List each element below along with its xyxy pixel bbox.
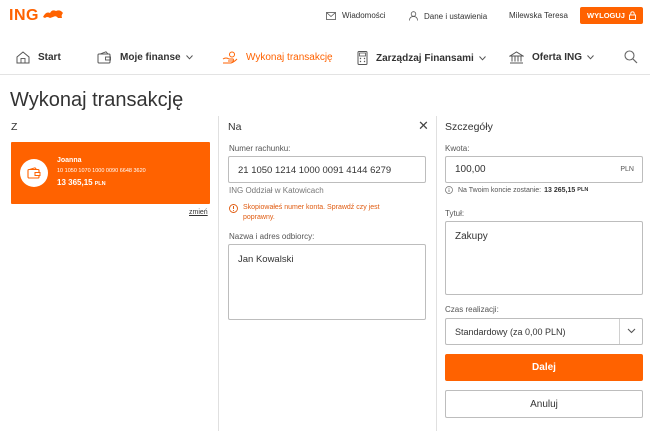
settings-link[interactable]: Dane i ustawienia — [409, 11, 487, 21]
nav-start[interactable]: Start — [16, 51, 61, 64]
info-icon — [445, 186, 453, 194]
column-divider — [436, 116, 437, 431]
messages-label: Wiadomości — [342, 11, 386, 20]
remaining-value: 13 265,15 — [544, 186, 576, 194]
account-number-label: Numer rachunku: — [229, 144, 291, 153]
select-separator — [619, 319, 620, 344]
account-warning: Skopiowałeś numer konta. Sprawdź czy jes… — [229, 203, 413, 223]
nav-make-transaction-label: Wykonaj transakcję — [246, 52, 333, 63]
user-icon — [409, 11, 418, 21]
ing-logo[interactable]: ING — [9, 7, 64, 25]
nav-start-label: Start — [38, 52, 61, 63]
wallet-icon — [97, 51, 111, 64]
messages-link[interactable]: Wiadomości — [326, 11, 386, 20]
recipient-textarea[interactable]: Jan Kowalski — [228, 244, 426, 320]
lock-icon — [629, 11, 636, 20]
column-divider — [218, 116, 219, 431]
chevron-down-icon — [627, 328, 636, 334]
change-account-link[interactable]: zmień — [189, 209, 208, 216]
warning-icon — [229, 204, 238, 213]
nav-manage-finances-label: Zarządzaj Finansami — [376, 52, 474, 64]
logout-label: WYLOGUJ — [587, 11, 625, 20]
main-navigation: Start Moje finanse Wykonaj transakcję Za… — [0, 43, 650, 75]
transfer-hand-icon — [222, 51, 238, 64]
account-number: 10 1050 1070 1000 0090 6648 3620 — [57, 168, 146, 174]
amount-label: Kwota: — [445, 144, 470, 153]
amount-currency: PLN — [620, 166, 634, 173]
balance-currency: PLN — [94, 181, 106, 187]
logout-button[interactable]: WYLOGUJ — [580, 7, 643, 24]
from-heading: Z — [11, 121, 18, 133]
nav-make-transaction[interactable]: Wykonaj transakcję — [222, 51, 333, 64]
amount-value: 100,00 — [455, 164, 486, 175]
search-icon — [624, 50, 638, 64]
next-button[interactable]: Dalej — [445, 354, 643, 381]
wallet-icon — [20, 159, 48, 187]
cancel-button[interactable]: Anuluj — [445, 390, 643, 418]
user-name-label: Milewska Teresa — [509, 11, 568, 20]
source-account-card[interactable]: Joanna 10 1050 1070 1000 0090 6648 3620 … — [11, 142, 210, 204]
logo-text: ING — [9, 7, 39, 24]
chevron-down-icon — [587, 55, 594, 60]
account-balance: 13 365,15 PLN — [57, 178, 106, 187]
warning-text: Skopiowałeś numer konta. Sprawdź czy jes… — [243, 204, 380, 221]
nav-my-finances-label: Moje finanse — [120, 52, 181, 63]
account-number-value: 21 1050 1214 1000 0091 4144 6279 — [238, 165, 392, 176]
calculator-icon — [357, 51, 368, 65]
recipient-label: Nazwa i adres odbiorcy: — [229, 232, 315, 241]
search-button[interactable] — [624, 50, 646, 64]
timing-value: Standardowy (za 0,00 PLN) — [455, 327, 566, 337]
remaining-label: Na Twoim koncie zostanie: — [458, 186, 542, 194]
envelope-icon — [326, 11, 336, 20]
top-bar: ING Wiadomości Dane i ustawienia Milewsk… — [0, 0, 650, 36]
timing-label: Czas realizacji: — [445, 305, 499, 314]
remaining-currency: PLN — [577, 187, 589, 193]
recipient-value: Jan Kowalski — [238, 254, 294, 265]
chevron-down-icon — [478, 55, 486, 61]
home-icon — [16, 51, 30, 64]
user-name[interactable]: Milewska Teresa — [509, 11, 568, 20]
bank-icon — [509, 51, 524, 64]
account-name: Joanna — [57, 157, 82, 164]
nav-ing-offer-label: Oferta ING — [532, 52, 583, 63]
settings-label: Dane i ustawienia — [424, 11, 488, 21]
account-number-input[interactable]: 21 1050 1214 1000 0091 4144 6279 — [228, 156, 426, 183]
title-textarea[interactable]: Zakupy — [445, 221, 643, 295]
remaining-balance-info: Na Twoim koncie zostanie: 13 265,15 PLN — [445, 186, 588, 194]
chevron-down-icon — [185, 55, 193, 60]
bank-name: ING Oddział w Katowicach — [229, 186, 324, 195]
page-title: Wykonaj transakcję — [10, 89, 184, 111]
amount-input[interactable]: 100,00 PLN — [445, 156, 643, 183]
nav-my-finances[interactable]: Moje finanse — [97, 51, 201, 64]
balance-value: 13 365,15 — [57, 178, 93, 187]
lion-icon — [42, 7, 64, 25]
nav-ing-offer[interactable]: Oferta ING — [509, 51, 602, 64]
close-icon[interactable]: ✕ — [418, 118, 429, 134]
title-value: Zakupy — [455, 231, 488, 242]
title-label: Tytuł: — [445, 209, 465, 218]
timing-select[interactable]: Standardowy (za 0,00 PLN) — [445, 318, 643, 345]
details-heading: Szczegóły — [445, 121, 493, 133]
nav-manage-finances[interactable]: Zarządzaj Finansami — [357, 51, 494, 65]
to-heading: Na — [228, 121, 242, 133]
